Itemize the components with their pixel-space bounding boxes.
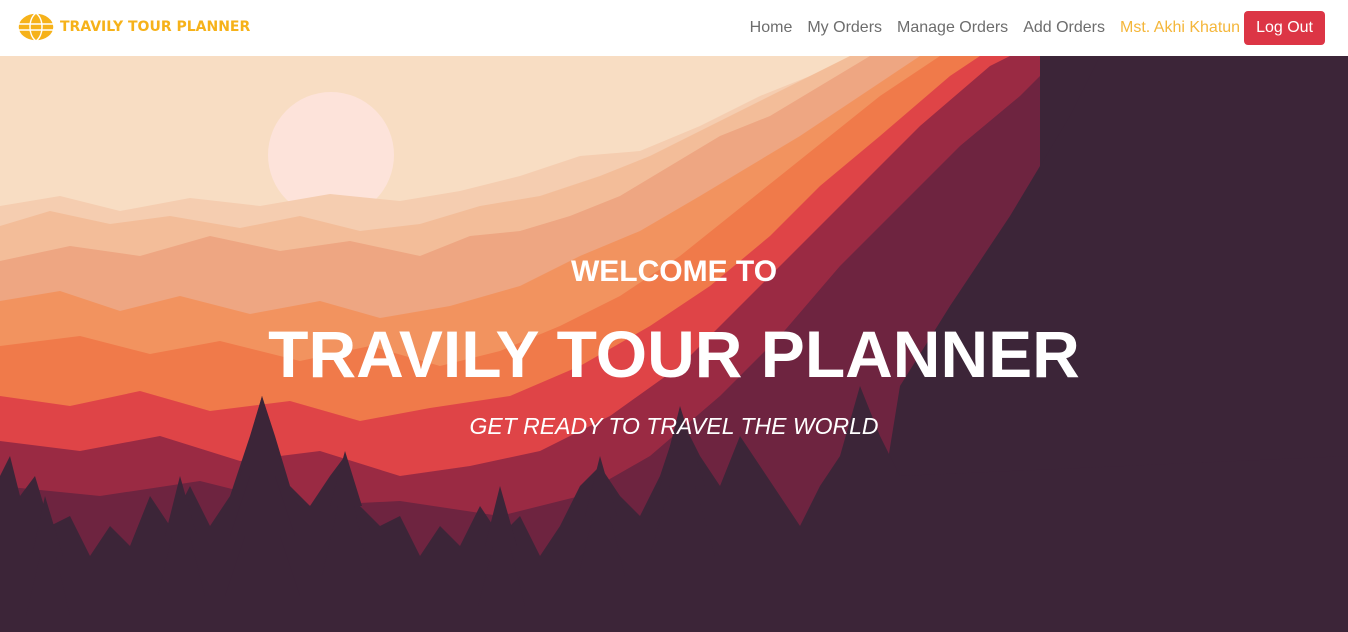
nav-link-add-orders[interactable]: Add Orders [1023,19,1105,37]
hero-banner: WELCOME TO TRAVILY TOUR PLANNER GET READ… [0,56,1348,632]
hero-subtitle: GET READY TO TRAVEL THE WORLD [469,413,879,439]
nav-link-my-orders[interactable]: My Orders [807,19,882,37]
nav-link-home[interactable]: Home [750,19,793,37]
globe-icon [17,12,55,42]
brand-name: TRAVILY TOUR PLANNER [60,19,251,35]
hero-welcome: WELCOME TO [570,255,778,288]
user-name: Mst. Akhi Khatun [1120,19,1241,36]
brand-link[interactable]: TRAVILY TOUR PLANNER [16,11,250,43]
nav-link-manage-orders[interactable]: Manage Orders [897,19,1008,37]
hero-title: TRAVILY TOUR PLANNER [268,317,1080,391]
navbar: TRAVILY TOUR PLANNER Home My Orders Mana… [0,0,1348,56]
logout-button[interactable]: Log Out [1244,11,1325,45]
nav-links: Home My Orders Manage Orders Add Orders … [750,11,1325,45]
